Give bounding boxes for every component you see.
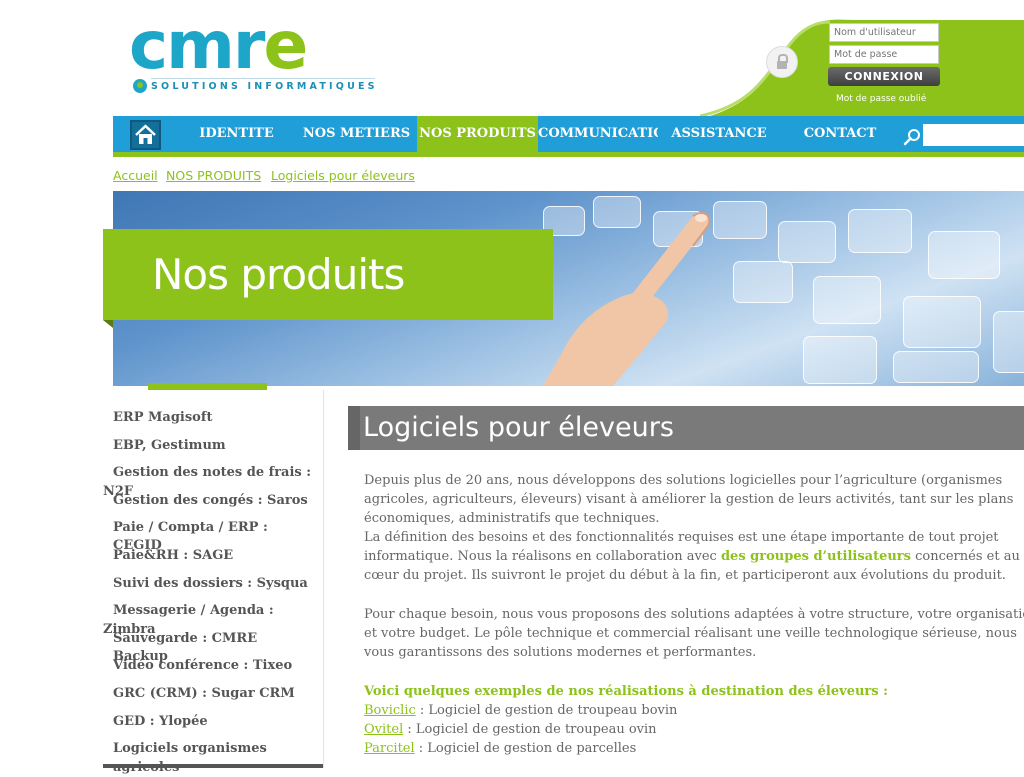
definition-line-2: informatique. Nous la réalisons en colla…: [364, 549, 1020, 564]
sidebar-item-sugar-crm[interactable]: GRC (CRM) : Sugar CRM: [113, 685, 313, 703]
connexion-button[interactable]: CONNEXION: [828, 67, 940, 86]
logo-swirl-icon: [133, 79, 147, 93]
solutions-line-1: Pour chaque besoin, nous vous proposons …: [364, 607, 1024, 622]
banner-title: Nos produits: [152, 250, 405, 299]
intro-line-1: Depuis plus de 20 ans, nous développons …: [364, 473, 1003, 488]
nav-communication[interactable]: COMMUNICATION: [538, 116, 658, 152]
sidebar-item-sysqua[interactable]: Suivi des dossiers : Sysqua: [113, 575, 313, 593]
sidebar-item-erp-magisoft[interactable]: ERP Magisoft: [113, 409, 313, 427]
search-icon[interactable]: [902, 127, 922, 147]
sidebar-bottom-bar: [103, 764, 323, 768]
forgot-password-link[interactable]: Mot de passe oublié: [836, 94, 926, 104]
sidebar-item-notes-de-frais[interactable]: Gestion des notes de frais :: [113, 464, 313, 482]
breadcrumb-nos-produits[interactable]: NOS PRODUITS: [166, 168, 261, 183]
logo-divider: [151, 78, 375, 79]
sidebar-item-organismes-cont[interactable]: agricoles: [113, 759, 313, 777]
cmre-logo[interactable]: cmre SOLUTIONS INFORMATIQUES: [129, 7, 378, 100]
hand-illustration: [543, 212, 711, 386]
breadcrumb-current[interactable]: Logiciels pour éleveurs: [271, 168, 415, 183]
sidebar-item-organismes[interactable]: Logiciels organismes: [113, 740, 313, 758]
breadcrumb-home[interactable]: Accueil: [113, 168, 158, 183]
banner-underline: [148, 383, 267, 390]
password-input[interactable]: [829, 45, 939, 64]
navbar-accent-line: [113, 152, 1024, 157]
lock-icon: [766, 46, 798, 78]
sidebar-item-ylopee[interactable]: GED : Ylopée: [113, 713, 313, 731]
example-item: Parcitel : Logiciel de gestion de parcel…: [364, 741, 637, 756]
page-title: Logiciels pour éleveurs: [363, 412, 674, 443]
solutions-line-2: et votre budget. Le pôle technique et co…: [364, 626, 1017, 641]
sidebar-item-conges[interactable]: Gestion des congés : Saros: [113, 492, 313, 510]
nav-identite[interactable]: IDENTITE: [188, 116, 285, 152]
intro-line-2: agricoles, agriculteurs, éleveurs) visan…: [364, 492, 1014, 507]
ovitel-link[interactable]: Ovitel: [364, 722, 403, 737]
nav-nos-metiers[interactable]: NOS METIERS: [300, 116, 413, 152]
logo-wordmark: cmre: [129, 7, 308, 84]
boviclic-link[interactable]: Boviclic: [364, 703, 416, 718]
sidebar-item-sage[interactable]: Paie&RH : SAGE: [113, 547, 313, 565]
example-item: Ovitel : Logiciel de gestion de troupeau…: [364, 722, 657, 737]
nav-contact[interactable]: CONTACT: [790, 116, 890, 152]
sidebar-item-ebp-gestimum[interactable]: EBP, Gestimum: [113, 437, 313, 455]
nav-assistance[interactable]: ASSISTANCE: [664, 116, 774, 152]
search-input[interactable]: [923, 124, 1024, 146]
username-input[interactable]: [829, 23, 939, 42]
definition-line-1: La définition des besoins et des fonctio…: [364, 530, 999, 545]
example-item: Boviclic : Logiciel de gestion de troupe…: [364, 703, 678, 718]
nav-nos-produits[interactable]: NOS PRODUITS: [417, 116, 538, 152]
sidebar-item-messagerie[interactable]: Messagerie / Agenda :: [113, 602, 313, 620]
intro-line-3: économiques, administratifs que techniqu…: [364, 511, 660, 526]
definition-line-3: cœur du projet. Ils suivront le projet d…: [364, 568, 1006, 583]
logo-tagline: SOLUTIONS INFORMATIQUES: [151, 81, 378, 92]
home-icon: [135, 124, 156, 144]
sidebar-item-tixeo[interactable]: Vidéo conférence : Tixeo: [113, 657, 313, 675]
banner-strip-fold: [103, 320, 113, 328]
examples-heading: Voici quelques exemples de nos réalisati…: [364, 684, 888, 699]
solutions-line-3: vous garantissons des solutions modernes…: [364, 645, 757, 660]
parcitel-link[interactable]: Parcitel: [364, 741, 415, 756]
user-groups-link[interactable]: des groupes d’utilisateurs: [721, 549, 911, 564]
home-button[interactable]: [130, 120, 161, 150]
